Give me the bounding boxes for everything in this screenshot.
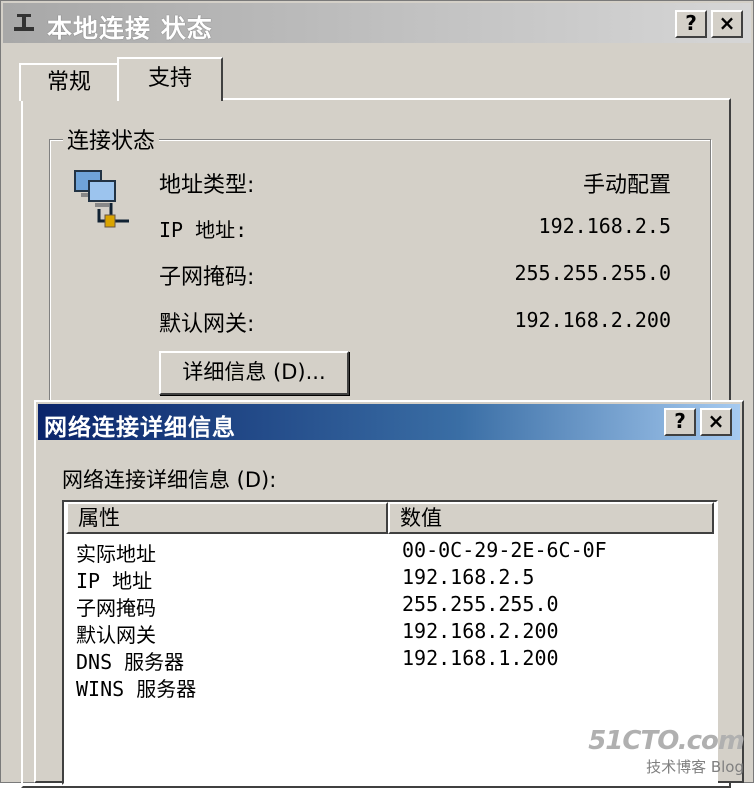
ip-address-value: 192.168.2.5 bbox=[538, 214, 671, 238]
close-button[interactable]: × bbox=[711, 10, 743, 38]
network-connection-icon bbox=[14, 14, 34, 31]
watermark: 51CTO.com 技术博客 Blog bbox=[588, 726, 745, 777]
column-header-property[interactable]: 属性 bbox=[66, 502, 388, 534]
details-close-button[interactable]: × bbox=[700, 408, 732, 436]
property-cell: 默认网关 bbox=[76, 623, 156, 647]
details-list-label: 网络连接详细信息 (D): bbox=[62, 468, 277, 492]
help-button[interactable]: ? bbox=[675, 10, 707, 38]
subnet-mask-label: 子网掩码: bbox=[159, 265, 255, 290]
list-item[interactable]: 子网掩码 255.255.255.0 bbox=[64, 592, 716, 620]
list-item[interactable]: 默认网关 192.168.2.200 bbox=[64, 619, 716, 647]
list-item[interactable]: DNS 服务器 192.168.1.200 bbox=[64, 646, 716, 674]
window-title: 本地连接 状态 bbox=[47, 14, 213, 43]
computers-network-icon bbox=[74, 170, 129, 228]
ip-address-label: IP 地址: bbox=[159, 218, 248, 242]
property-cell: WINS 服务器 bbox=[76, 677, 197, 701]
details-button[interactable]: 详细信息 (D)... bbox=[159, 351, 349, 395]
default-gateway-value: 192.168.2.200 bbox=[514, 308, 671, 332]
title-bar[interactable]: 本地连接 状态 ? × bbox=[3, 3, 751, 43]
list-item[interactable]: 实际地址 00-0C-29-2E-6C-0F bbox=[64, 538, 716, 566]
watermark-site: 51CTO.com bbox=[588, 726, 745, 756]
default-gateway-label: 默认网关: bbox=[159, 312, 255, 337]
column-header-value[interactable]: 数值 bbox=[388, 502, 714, 534]
value-cell: 00-0C-29-2E-6C-0F bbox=[402, 538, 607, 562]
value-cell: 192.168.1.200 bbox=[402, 646, 559, 670]
address-type-value: 手动配置 bbox=[582, 173, 671, 198]
value-cell: 192.168.2.5 bbox=[402, 565, 535, 589]
property-cell: 实际地址 bbox=[76, 542, 156, 566]
list-item[interactable]: WINS 服务器 bbox=[64, 673, 716, 701]
value-cell: 192.168.2.200 bbox=[402, 619, 559, 643]
details-help-button[interactable]: ? bbox=[664, 408, 696, 436]
subnet-mask-value: 255.255.255.0 bbox=[514, 261, 671, 285]
tab-support[interactable]: 支持 bbox=[117, 57, 223, 101]
watermark-caption: 技术博客 Blog bbox=[646, 758, 744, 776]
group-label: 连接状态 bbox=[63, 123, 160, 155]
list-item[interactable]: IP 地址 192.168.2.5 bbox=[64, 565, 716, 593]
tab-general[interactable]: 常规 bbox=[19, 63, 119, 101]
value-cell: 255.255.255.0 bbox=[402, 592, 559, 616]
details-dialog-title: 网络连接详细信息 bbox=[44, 415, 236, 441]
details-dialog-title-bar[interactable]: 网络连接详细信息 ? × bbox=[38, 404, 740, 441]
property-cell: DNS 服务器 bbox=[76, 650, 185, 674]
property-cell: 子网掩码 bbox=[76, 596, 156, 620]
property-cell: IP 地址 bbox=[76, 569, 153, 593]
address-type-label: 地址类型: bbox=[159, 173, 255, 198]
